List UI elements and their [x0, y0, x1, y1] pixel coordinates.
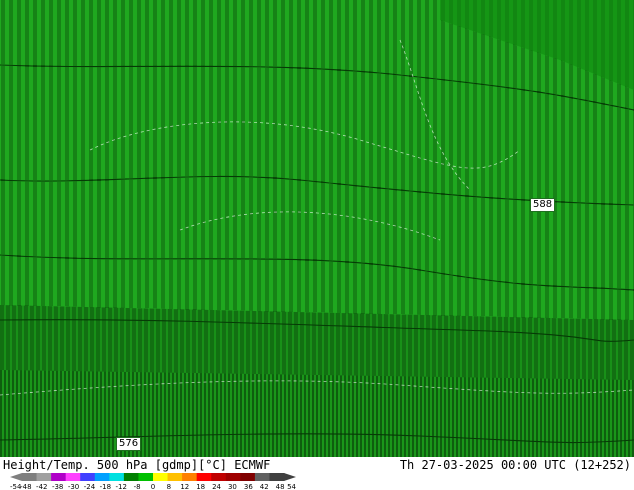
colorbar-tick-label: 24 — [212, 483, 221, 490]
colorbar-segment — [269, 473, 285, 481]
colorbar-tick-label: 54 — [287, 483, 296, 490]
colorbar-segment — [65, 473, 81, 481]
temperature-colorbar — [10, 473, 296, 481]
map-footer: Height/Temp. 500 hPa [gdmp][°C] ECMWF Th… — [0, 457, 634, 490]
colorbar-arrow-low — [10, 473, 22, 481]
colorbar-segment — [254, 473, 270, 481]
colorbar-arrow-high — [284, 473, 296, 481]
colorbar-segment — [22, 473, 38, 481]
colorbar-tick-label: 36 — [244, 483, 253, 490]
colorbar-tick-label: 8 — [167, 483, 171, 490]
colorbar-segment — [80, 473, 96, 481]
valid-time: Th 27-03-2025 00:00 UTC (12+252) — [399, 458, 631, 472]
colorbar-tick-label: -30 — [68, 483, 79, 490]
colorbar-segment — [109, 473, 125, 481]
colorbar-tick-label: -24 — [84, 483, 96, 490]
colorbar-tick-label: 12 — [180, 483, 189, 490]
colorbar-segment — [240, 473, 256, 481]
colorbar-segment — [225, 473, 241, 481]
colorbar-segment — [182, 473, 198, 481]
colorbar-tick-label: 30 — [228, 483, 237, 490]
colorbar-segment — [167, 473, 183, 481]
colorbar-tick-label: -18 — [100, 483, 111, 490]
colorbar-tick-label: -42 — [36, 483, 47, 490]
colorbar-tick-label: -8 — [134, 483, 141, 490]
colorbar-tick-label: -38 — [52, 483, 63, 490]
forecast-map: 588 576 — [0, 0, 634, 457]
colorbar-tick-label: 0 — [151, 483, 155, 490]
colorbar-segment — [36, 473, 52, 481]
colorbar-segment — [94, 473, 110, 481]
field-bottom — [0, 370, 634, 457]
colorbar-segment — [196, 473, 212, 481]
colorbar-tick-label: 42 — [260, 483, 269, 490]
temperature-field — [0, 0, 634, 457]
colorbar-tick-label: 18 — [196, 483, 205, 490]
colorbar-segment — [153, 473, 169, 481]
colorbar-tick-label: -12 — [116, 483, 127, 490]
product-title: Height/Temp. 500 hPa [gdmp][°C] ECMWF — [3, 458, 271, 472]
colorbar-segment — [211, 473, 227, 481]
contour-label-576: 576 — [116, 437, 142, 451]
colorbar-segment — [51, 473, 67, 481]
colorbar-tick-label: -48 — [20, 483, 31, 490]
contour-label-588: 588 — [530, 198, 556, 212]
colorbar-segment — [138, 473, 154, 481]
colorbar-tick-labels: -54-48 -42 -38 -30 -24 -18 -12 -8 0 8 12 18 24 30 36 42… — [10, 483, 296, 490]
colorbar-segment — [123, 473, 139, 481]
colorbar-tick-label: 48 — [276, 483, 285, 490]
